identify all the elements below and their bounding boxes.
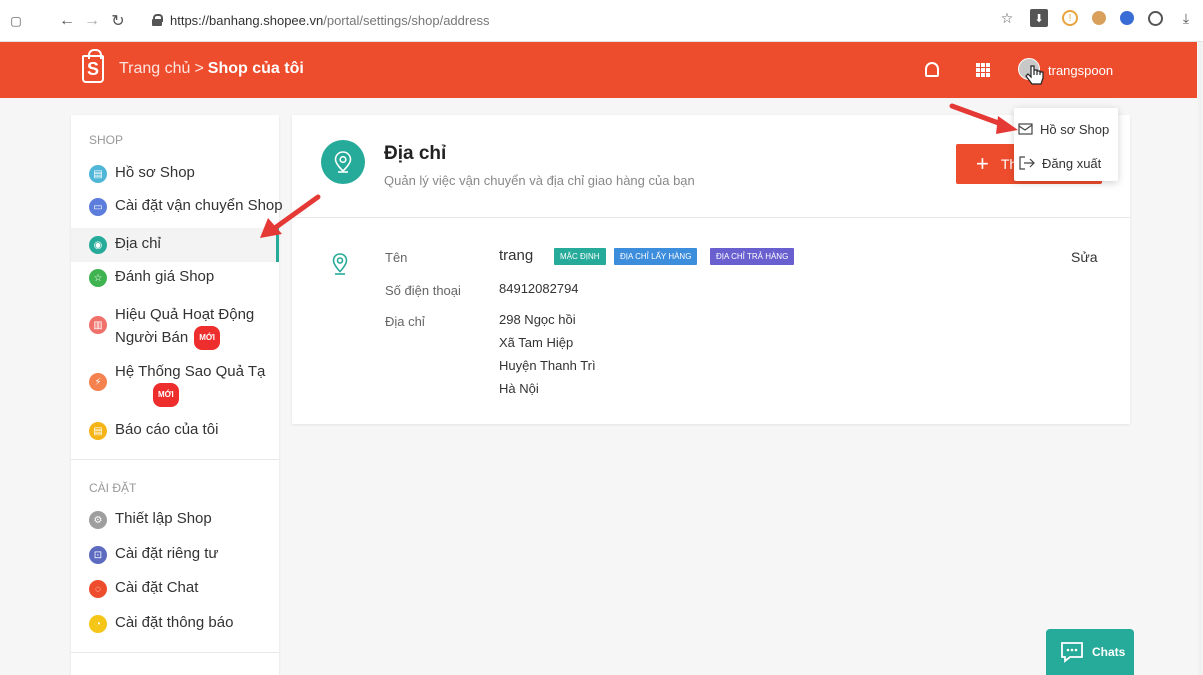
- breadcrumb-current[interactable]: Shop của tôi: [208, 60, 304, 78]
- tab-view-icon[interactable]: ▢: [6, 11, 26, 31]
- sidebar-item-label: Hiệu Quả Hoạt Động Người Bán MỚI: [115, 304, 254, 350]
- chart-icon: ▥: [89, 316, 107, 334]
- sidebar-item-shipping[interactable]: ▭ Cài đặt vận chuyển Shop: [71, 197, 283, 221]
- sidebar-item-label: Cài đặt Chat: [115, 579, 199, 596]
- star-bookmark-icon[interactable]: ☆: [998, 9, 1016, 27]
- location-pin-icon: ◉: [89, 236, 107, 254]
- sidebar-item-penalty-system[interactable]: ⚡ Hệ Thống Sao Quả Tạ MỚI: [71, 361, 279, 409]
- shop-profile-icon: [1018, 123, 1033, 135]
- sidebar-item-chat-settings[interactable]: ◌ Cài đặt Chat: [71, 579, 279, 603]
- shopee-logo-icon[interactable]: S: [82, 49, 104, 83]
- app-header: S Trang chủ > Shop của tôi trangspoon: [0, 42, 1197, 98]
- sidebar-item-address[interactable]: ◉ Địa chỉ: [71, 228, 279, 262]
- dropdown-shop-profile[interactable]: Hồ sơ Shop: [1014, 113, 1118, 145]
- sidebar-section-shop: SHOP: [89, 133, 124, 147]
- location-pin-icon: [321, 140, 365, 184]
- edit-link[interactable]: Sửa: [1071, 249, 1098, 265]
- tag-pickup-address: ĐỊA CHỈ LẤY HÀNG: [614, 248, 698, 265]
- warning-ext-icon[interactable]: !: [1062, 10, 1078, 26]
- logout-icon: [1019, 156, 1035, 170]
- account-dropdown: Hồ sơ Shop Đăng xuất: [1014, 108, 1118, 181]
- bolt-icon: ⚡: [89, 373, 107, 391]
- chat-bubble-icon: [1061, 642, 1083, 663]
- breadcrumb-home[interactable]: Trang chủ: [119, 60, 190, 78]
- sidebar-item-shop-profile[interactable]: ▤ Hồ sơ Shop: [71, 164, 279, 188]
- phone-value: 84912082794: [499, 281, 579, 296]
- address-bar[interactable]: https://banhang.shopee.vn/portal/setting…: [152, 7, 932, 33]
- sidebar-item-label: Đánh giá Shop: [115, 268, 215, 285]
- address-card: Địa chỉ Quản lý việc vận chuyển và địa c…: [292, 115, 1130, 424]
- breadcrumb: Trang chủ > Shop của tôi: [119, 60, 304, 78]
- reload-icon[interactable]: ↻: [108, 11, 128, 31]
- name-value: trang: [499, 247, 534, 264]
- sidebar-item-label: Hệ Thống Sao Quả Tạ MỚI: [115, 361, 265, 407]
- apps-grid-icon[interactable]: [976, 63, 990, 77]
- sidebar-item-label: Cài đặt riêng tư: [115, 545, 219, 562]
- star-icon: ☆: [89, 269, 107, 287]
- name-label: Tên: [385, 250, 408, 265]
- sidebar-divider: [71, 459, 279, 460]
- dropdown-logout[interactable]: Đăng xuất: [1014, 147, 1118, 179]
- username[interactable]: trangspoon: [1048, 63, 1113, 78]
- url-host: https://banhang.shopee.vn: [170, 12, 324, 28]
- sidebar-section-settings: CÀI ĐẶT: [89, 481, 137, 495]
- location-pin-icon: [332, 253, 348, 275]
- card-divider: [292, 217, 1130, 218]
- new-badge: MỚI: [194, 326, 220, 350]
- lock-icon: ⊡: [89, 546, 107, 564]
- bell-icon: ◔: [89, 615, 107, 633]
- sidebar: SHOP ▤ Hồ sơ Shop ▭ Cài đặt vận chuyển S…: [71, 115, 283, 675]
- page-subtitle: Quản lý việc vận chuyển và địa chỉ giao …: [384, 173, 695, 188]
- address-label: Địa chỉ: [385, 314, 425, 329]
- profile-icon[interactable]: [1148, 10, 1163, 26]
- page-title: Địa chỉ: [384, 143, 447, 164]
- tag-return-address: ĐỊA CHỈ TRẢ HÀNG: [710, 248, 795, 265]
- address-line-1: 298 Ngọc hồi: [499, 312, 576, 327]
- chats-button[interactable]: Chats: [1046, 629, 1134, 675]
- address-line-2: Xã Tam Hiệp: [499, 335, 574, 350]
- forward-icon[interactable]: →: [82, 11, 102, 31]
- sidebar-divider: [71, 652, 279, 653]
- hand-cursor-icon: [1025, 65, 1044, 85]
- gear-icon: ⚙: [89, 511, 107, 529]
- scrollbar[interactable]: [1198, 42, 1202, 675]
- sidebar-item-label: Cài đặt thông báo: [115, 614, 234, 631]
- notification-bell-icon[interactable]: [925, 62, 939, 77]
- url-path: /portal/settings/shop/address: [323, 12, 490, 28]
- sidebar-item-privacy[interactable]: ⊡ Cài đặt riêng tư: [71, 545, 279, 569]
- plus-icon: +: [976, 151, 989, 176]
- profile-icon: ▤: [89, 165, 107, 183]
- chat-icon: ◌: [89, 580, 107, 598]
- report-icon: ▤: [89, 422, 107, 440]
- sidebar-item-label: Địa chỉ: [115, 235, 161, 252]
- annotation-arrow-icon: [949, 103, 1018, 134]
- address-line-3: Huyện Thanh Trì: [499, 358, 596, 373]
- browser-toolbar: ▢ ← → ↻ https://banhang.shopee.vn/portal…: [0, 0, 1203, 42]
- annotation-arrow-icon: [260, 194, 321, 238]
- sidebar-item-label: Hồ sơ Shop: [115, 164, 195, 181]
- new-badge: MỚI: [153, 383, 179, 407]
- truck-icon: ▭: [89, 198, 107, 216]
- breadcrumb-separator: >: [194, 60, 204, 77]
- download-icon[interactable]: ⤓: [1177, 9, 1195, 27]
- download-ext-icon[interactable]: ⬇: [1030, 9, 1048, 27]
- lock-icon: [152, 14, 163, 26]
- address-line-4: Hà Nội: [499, 381, 539, 396]
- sidebar-item-seller-performance[interactable]: ▥ Hiệu Quả Hoạt Động Người Bán MỚI: [71, 304, 279, 352]
- back-icon[interactable]: ←: [57, 11, 77, 31]
- sidebar-item-notification-settings[interactable]: ◔ Cài đặt thông báo: [71, 614, 279, 638]
- sidebar-item-shop-rating[interactable]: ☆ Đánh giá Shop: [71, 268, 279, 292]
- tag-default: MẶC ĐỊNH: [554, 248, 606, 265]
- ext-circle-icon[interactable]: [1120, 11, 1134, 25]
- phone-label: Số điện thoại: [385, 283, 461, 298]
- sidebar-item-shop-setup[interactable]: ⚙ Thiết lập Shop: [71, 510, 279, 534]
- sidebar-item-my-reports[interactable]: ▤ Báo cáo của tôi: [71, 421, 279, 445]
- cookie-ext-icon[interactable]: [1092, 11, 1106, 25]
- sidebar-item-label: Báo cáo của tôi: [115, 421, 219, 438]
- sidebar-item-label: Thiết lập Shop: [115, 510, 212, 527]
